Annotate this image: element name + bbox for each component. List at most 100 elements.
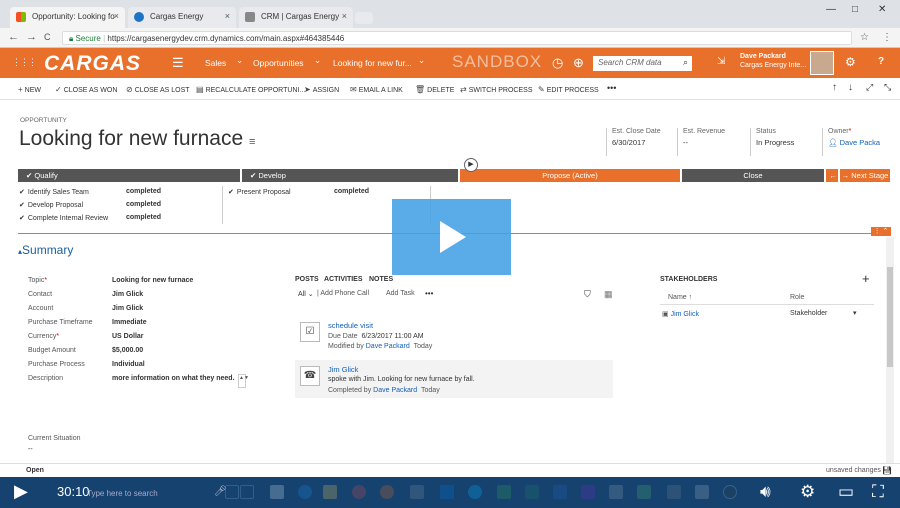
tab-posts[interactable]: POSTS: [295, 276, 319, 283]
browser-tab-crm[interactable]: CRM | Cargas Energy ×: [239, 7, 353, 28]
contact-link[interactable]: Jim Glick: [112, 291, 143, 298]
taskbar-search-input[interactable]: Type here to search: [87, 489, 158, 498]
form-selector-icon[interactable]: ≡: [249, 136, 255, 148]
summary-header[interactable]: ▴Summary: [18, 243, 73, 257]
stakeholder-link[interactable]: Jim Glick: [671, 311, 699, 318]
help-icon[interactable]: ?: [878, 56, 884, 67]
signin-icon[interactable]: ⇲: [717, 56, 725, 67]
stakeholder-row-name[interactable]: ▣ Jim Glick: [662, 310, 699, 318]
process-play-icon[interactable]: ▶: [464, 158, 478, 172]
arrow-down-icon[interactable]: ↓: [848, 82, 853, 93]
fullscreen-icon[interactable]: ⛶: [872, 482, 884, 502]
prev-stage-button[interactable]: ←: [826, 169, 838, 182]
activity-item[interactable]: ☑ schedule visit Due Date 6/23/2017 11:0…: [295, 316, 613, 352]
video-play-button[interactable]: [392, 199, 511, 275]
nav-item-record[interactable]: Looking for new fur...: [333, 58, 412, 68]
header-est-revenue[interactable]: Est. Revenue --: [677, 128, 747, 156]
calendar-icon[interactable]: ▦: [604, 289, 613, 300]
delete-button[interactable]: 🗑 Delete: [415, 85, 454, 94]
microphone-icon[interactable]: 🎤︎: [214, 486, 227, 497]
chevron-down-icon[interactable]: ⌄: [236, 55, 243, 66]
new-tab-button[interactable]: [355, 12, 373, 24]
step-row[interactable]: ✔ Identify Sales Team completed: [19, 188, 161, 201]
stage-qualify[interactable]: ✔ Qualify: [18, 169, 240, 182]
gear-icon[interactable]: ⚙: [800, 482, 815, 502]
page-scrollbar[interactable]: [886, 237, 894, 463]
clock-icon[interactable]: ◷: [552, 55, 563, 71]
header-owner[interactable]: Owner* 👤︎ Dave Packa: [822, 128, 892, 156]
step-row[interactable]: ✔ Develop Proposal completed: [19, 201, 161, 214]
completed-by-link[interactable]: Dave Packard: [373, 387, 417, 394]
next-stage-button[interactable]: → Next Stage: [840, 169, 890, 182]
close-icon[interactable]: ×: [225, 11, 230, 21]
switch-process-button[interactable]: ⇄ Switch Process: [460, 85, 533, 94]
email-link-button[interactable]: ✉ Email a Link: [350, 85, 403, 94]
more-commands-icon[interactable]: •••: [607, 83, 616, 93]
search-icon[interactable]: ⌕: [683, 57, 688, 68]
cast-icon[interactable]: ▭: [838, 482, 854, 502]
topic-value[interactable]: Looking for new furnace: [112, 277, 193, 284]
volume-icon[interactable]: 🔊︎: [760, 482, 771, 502]
close-as-lost-button[interactable]: ⊘ Close as Lost: [126, 85, 190, 94]
edit-process-button[interactable]: ✎ Edit Process: [538, 85, 599, 94]
budget-amount-value[interactable]: $5,000.00: [112, 347, 143, 354]
nav-item-sales[interactable]: Sales: [205, 58, 226, 68]
nav-item-opportunities[interactable]: Opportunities: [253, 58, 304, 68]
step-row[interactable]: ✔ Present Proposal completed: [228, 188, 369, 201]
stakeholder-role[interactable]: Stakeholder: [790, 310, 827, 317]
description-value[interactable]: more information on what they need.: [112, 375, 235, 382]
description-scroll[interactable]: ▲▼: [238, 374, 249, 388]
modified-by-link[interactable]: Dave Packard: [366, 343, 410, 350]
header-status[interactable]: Status In Progress: [750, 128, 820, 156]
header-est-close-date[interactable]: Est. Close Date 6/30/2017: [606, 128, 676, 156]
scroll-thumb[interactable]: [887, 267, 893, 367]
activity-item[interactable]: ☎ Jim Glick spoke with Jim. Looking for …: [295, 360, 613, 398]
browser-tab-cargas[interactable]: Cargas Energy ×: [128, 7, 236, 28]
current-situation-value[interactable]: --: [28, 446, 33, 453]
reload-icon[interactable]: C: [44, 32, 51, 42]
crm-search-input[interactable]: Search CRM data ⌕: [593, 56, 692, 71]
stage-develop[interactable]: ✔ Develop: [242, 169, 458, 182]
chevron-down-icon[interactable]: ⌄: [418, 55, 425, 66]
close-icon[interactable]: ×: [342, 11, 347, 21]
add-phone-call-button[interactable]: | Add Phone Call: [317, 290, 369, 297]
assign-button[interactable]: ➤ Assign: [304, 85, 339, 94]
stage-propose[interactable]: Propose (Active): [460, 169, 680, 182]
popout-icon[interactable]: ⤢: [866, 82, 873, 93]
filter-icon[interactable]: ⛉: [584, 289, 591, 300]
activity-title[interactable]: Jim Glick: [328, 365, 358, 374]
avatar[interactable]: [810, 51, 834, 75]
create-icon[interactable]: ⊕: [573, 55, 584, 71]
recalculate-button[interactable]: ▤ Recalculate Opportuni...: [196, 85, 305, 94]
add-task-button[interactable]: Add Task: [386, 290, 415, 297]
browser-tab-opportunity[interactable]: Opportunity: Looking fo ×: [10, 7, 125, 28]
role-dropdown-icon[interactable]: ▾: [853, 309, 857, 317]
column-header-role[interactable]: Role: [790, 294, 804, 301]
activity-title[interactable]: schedule visit: [328, 321, 373, 330]
browser-menu-icon[interactable]: ⋮: [882, 32, 892, 43]
minimize-icon[interactable]: —: [826, 4, 836, 15]
stage-close[interactable]: Close: [682, 169, 824, 182]
account-link[interactable]: Jim Glick: [112, 305, 143, 312]
expand-icon[interactable]: ⤡: [884, 82, 891, 93]
hamburger-icon[interactable]: ☰: [172, 55, 184, 71]
new-button[interactable]: + New: [18, 85, 41, 94]
gear-icon[interactable]: ⚙: [845, 55, 856, 69]
column-header-name[interactable]: Name ↑: [668, 294, 692, 301]
maximize-icon[interactable]: □: [852, 4, 858, 15]
app-launcher-icon[interactable]: ⋮⋮⋮: [12, 57, 37, 68]
bookmark-star-icon[interactable]: ☆: [860, 32, 869, 43]
save-icon[interactable]: 💾︎: [882, 466, 892, 475]
currency-link[interactable]: US Dollar: [112, 333, 144, 340]
close-icon[interactable]: ×: [114, 11, 119, 21]
more-activities-icon[interactable]: •••: [425, 289, 433, 298]
tab-activities[interactable]: ACTIVITIES: [324, 276, 363, 283]
step-row[interactable]: ✔ Complete Internal Review completed: [19, 214, 161, 227]
purchase-process-value[interactable]: Individual: [112, 361, 145, 368]
chevron-down-icon[interactable]: ⌄: [314, 55, 321, 66]
filter-all-dropdown[interactable]: All ⌄: [298, 290, 314, 298]
purchase-timeframe-value[interactable]: Immediate: [112, 319, 147, 326]
add-stakeholder-button[interactable]: +: [862, 271, 870, 286]
play-icon[interactable]: ▶: [14, 481, 28, 502]
close-as-won-button[interactable]: ✓ Close as Won: [55, 85, 117, 94]
